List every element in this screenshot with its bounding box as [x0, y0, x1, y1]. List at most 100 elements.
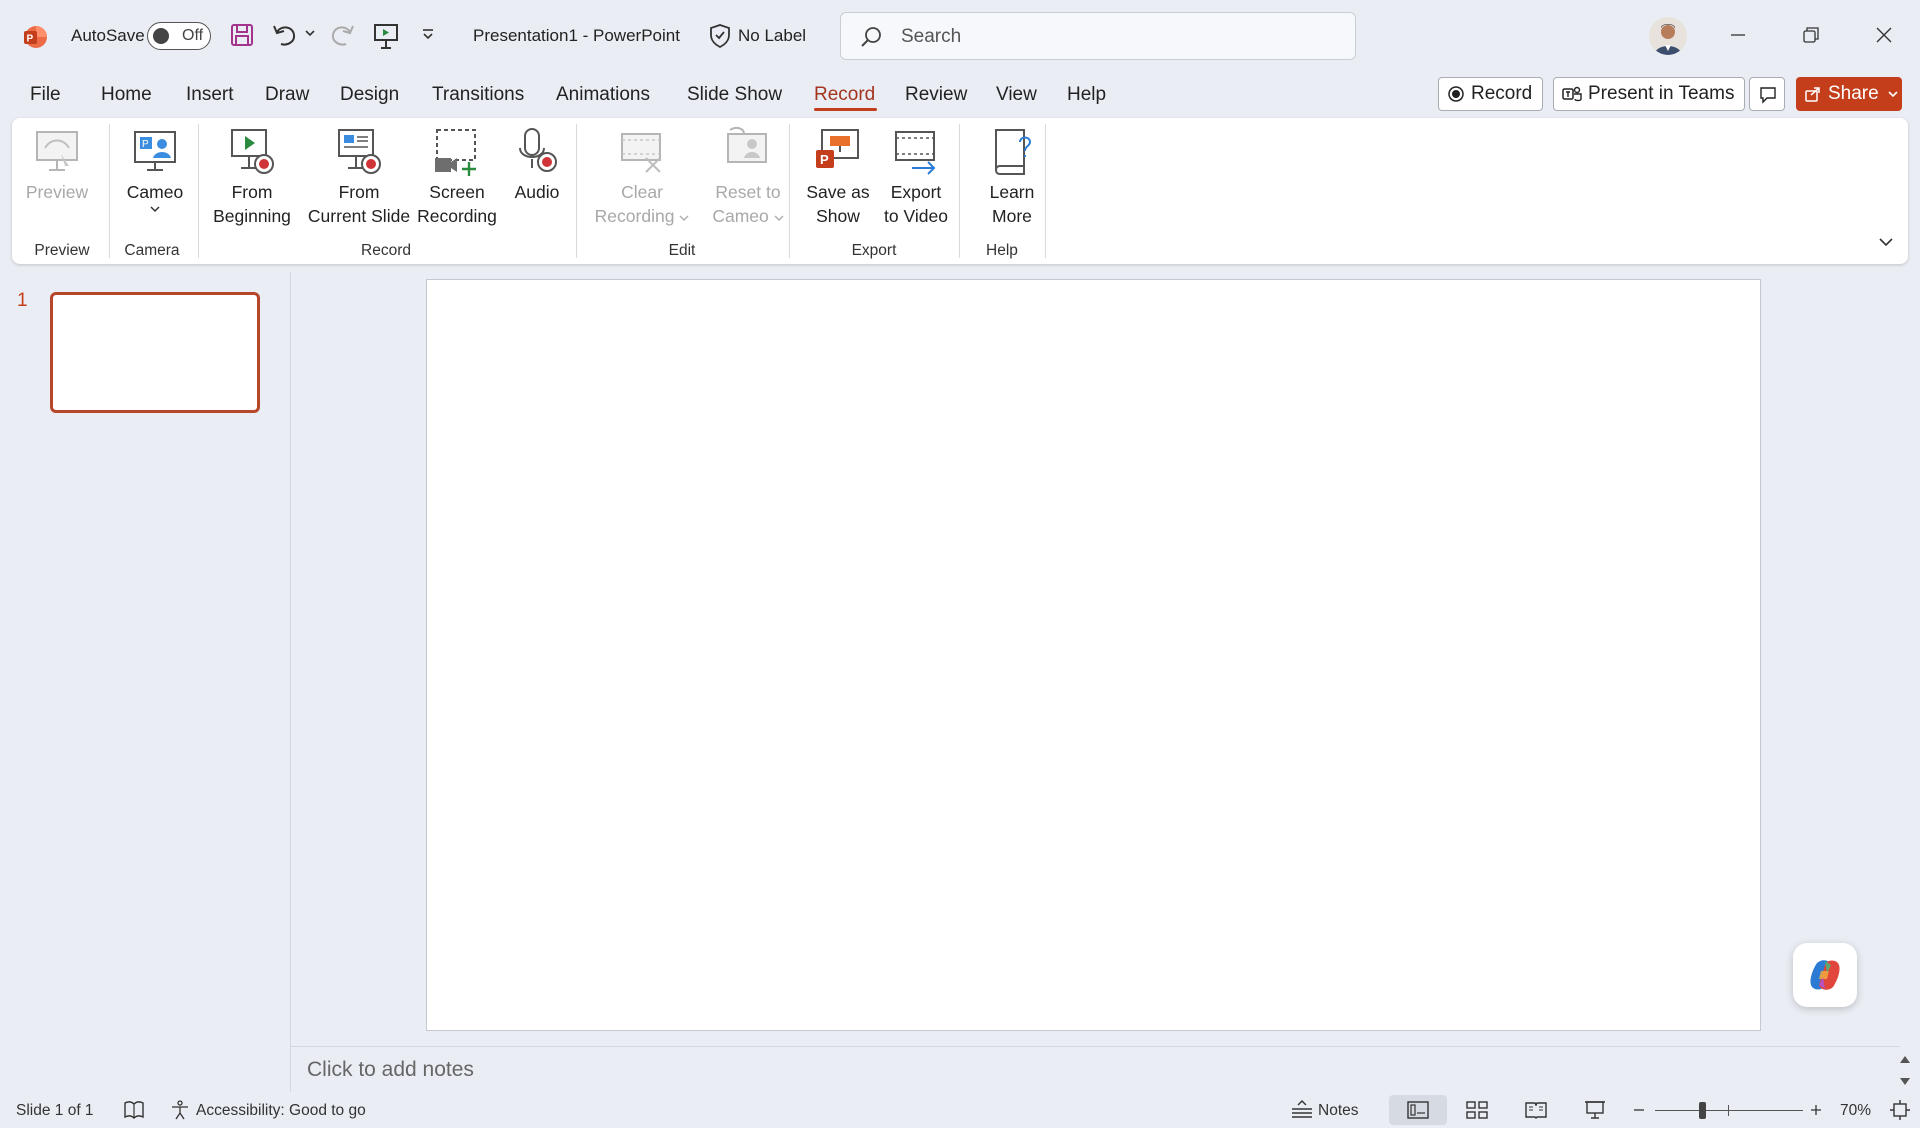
group-label-edit: Edit: [668, 242, 696, 259]
tab-file[interactable]: File: [30, 84, 61, 106]
export-to-video-button[interactable]: Export to Video: [874, 126, 958, 228]
sensitivity-label[interactable]: No Label: [738, 26, 806, 46]
accessibility-icon[interactable]: [169, 1100, 191, 1120]
comment-icon: [1759, 86, 1777, 104]
notes-toggle-label[interactable]: Notes: [1318, 1102, 1359, 1120]
present-in-teams-label: Present in Teams: [1588, 83, 1735, 104]
clear-recording-button[interactable]: Clear Recording: [588, 126, 696, 228]
svg-text:P: P: [142, 139, 149, 150]
ribbon-collapse-chevron-icon[interactable]: [1878, 236, 1894, 248]
clear-recording-icon: [616, 126, 668, 178]
notes-pane[interactable]: [291, 1046, 1900, 1092]
group-label-preview: Preview: [34, 242, 90, 259]
minimize-icon[interactable]: [1729, 26, 1747, 44]
reset-to-cameo-button[interactable]: Reset to Cameo: [698, 126, 798, 228]
save-icon[interactable]: [229, 22, 255, 48]
export-to-video-icon: [890, 126, 942, 178]
redo-icon[interactable]: [328, 22, 356, 48]
user-avatar[interactable]: [1649, 17, 1687, 55]
customize-toolbar-icon[interactable]: [421, 28, 435, 42]
comments-button[interactable]: [1749, 77, 1785, 111]
group-label-export: Export: [851, 242, 897, 259]
from-beginning-label: From Beginning: [213, 182, 291, 226]
search-box[interactable]: Search: [840, 12, 1356, 60]
tab-home[interactable]: Home: [101, 84, 152, 106]
title-bar: P AutoSave Off Presentation1 - PowerPoin…: [0, 0, 1920, 72]
reading-view-icon[interactable]: [1525, 1101, 1547, 1119]
audio-button[interactable]: Audio: [508, 126, 566, 204]
tab-review[interactable]: Review: [905, 84, 967, 106]
autosave-label: AutoSave: [71, 26, 145, 45]
slide-canvas[interactable]: [426, 279, 1761, 1031]
normal-view-button[interactable]: [1389, 1095, 1447, 1125]
powerpoint-logo-icon: P: [22, 24, 48, 50]
tab-record[interactable]: Record: [814, 84, 875, 106]
zoom-slider-track[interactable]: [1655, 1110, 1803, 1111]
slide-sorter-icon[interactable]: [1466, 1101, 1488, 1119]
separator: [959, 124, 960, 258]
notes-toggle-icon[interactable]: [1290, 1099, 1314, 1121]
preview-icon: [31, 126, 83, 178]
slide-show-view-icon[interactable]: [1584, 1100, 1606, 1120]
spelling-book-icon[interactable]: [123, 1100, 145, 1120]
search-placeholder: Search: [901, 26, 962, 47]
copilot-button[interactable]: [1793, 943, 1857, 1007]
from-current-slide-button[interactable]: From Current Slide: [300, 126, 418, 228]
svg-text:P: P: [820, 152, 829, 167]
close-icon[interactable]: [1875, 26, 1893, 44]
tab-view[interactable]: View: [996, 84, 1037, 106]
sensitivity-shield-icon[interactable]: [708, 23, 732, 49]
restore-icon[interactable]: [1802, 26, 1820, 44]
tab-transitions[interactable]: Transitions: [432, 84, 524, 106]
learn-more-button[interactable]: Learn More: [972, 126, 1052, 228]
ribbon: Preview Preview P Cameo Camera From Begin…: [12, 118, 1908, 264]
record-from-current-icon: [333, 126, 385, 178]
tab-insert[interactable]: Insert: [186, 84, 234, 106]
audio-label: Audio: [514, 182, 560, 202]
tab-animations[interactable]: Animations: [556, 84, 650, 106]
fit-to-window-icon[interactable]: [1890, 1100, 1910, 1120]
reset-to-cameo-icon: [722, 126, 774, 178]
clear-recording-label: Clear Recording: [595, 180, 690, 228]
present-in-teams-button[interactable]: Present in Teams: [1553, 77, 1746, 111]
document-title: Presentation1 - PowerPoint: [473, 26, 680, 45]
scroll-up-arrow-icon[interactable]: [1898, 1053, 1912, 1065]
tab-draw[interactable]: Draw: [265, 84, 309, 106]
screen-recording-button[interactable]: Screen Recording: [414, 126, 500, 228]
copilot-icon: [1807, 957, 1843, 993]
tab-design[interactable]: Design: [340, 84, 399, 106]
group-label-record: Record: [361, 242, 411, 259]
record-header-button[interactable]: Record: [1438, 77, 1544, 111]
svg-text:P: P: [27, 34, 34, 45]
reset-to-cameo-label: Reset to Cameo: [712, 180, 784, 228]
save-as-show-button[interactable]: P Save as Show: [802, 126, 874, 228]
active-tab-indicator: [814, 108, 877, 111]
pane-divider[interactable]: [290, 272, 291, 1092]
share-button[interactable]: Share: [1796, 77, 1902, 111]
notes-placeholder[interactable]: Click to add notes: [307, 1058, 474, 1082]
autosave-toggle[interactable]: Off: [147, 22, 211, 50]
start-from-beginning-icon[interactable]: [373, 22, 399, 50]
cameo-button[interactable]: P Cameo: [120, 126, 190, 214]
share-icon: [1804, 85, 1822, 103]
separator: [576, 124, 577, 258]
zoom-level[interactable]: 70%: [1840, 1102, 1871, 1120]
undo-dropdown-chevron-icon[interactable]: [304, 28, 316, 38]
slide-thumbnail[interactable]: [50, 292, 260, 413]
tab-slide-show[interactable]: Slide Show: [687, 84, 782, 106]
undo-icon[interactable]: [271, 22, 299, 48]
learn-more-book-icon: [986, 126, 1038, 178]
slide-count: Slide 1 of 1: [16, 1102, 94, 1119]
teams-icon: [1562, 85, 1582, 103]
zoom-slider-thumb[interactable]: [1699, 1102, 1706, 1119]
preview-button[interactable]: Preview: [26, 126, 88, 204]
clear-recording-chevron-icon: [679, 215, 689, 222]
zoom-in-icon[interactable]: [1810, 1104, 1822, 1116]
accessibility-status[interactable]: Accessibility: Good to go: [196, 1102, 366, 1120]
zoom-out-icon[interactable]: [1633, 1104, 1645, 1116]
from-beginning-button[interactable]: From Beginning: [212, 126, 292, 228]
scroll-down-arrow-icon[interactable]: [1898, 1076, 1912, 1088]
tab-help[interactable]: Help: [1067, 84, 1106, 106]
screen-recording-icon: [431, 126, 483, 178]
group-label-camera: Camera: [124, 242, 180, 259]
